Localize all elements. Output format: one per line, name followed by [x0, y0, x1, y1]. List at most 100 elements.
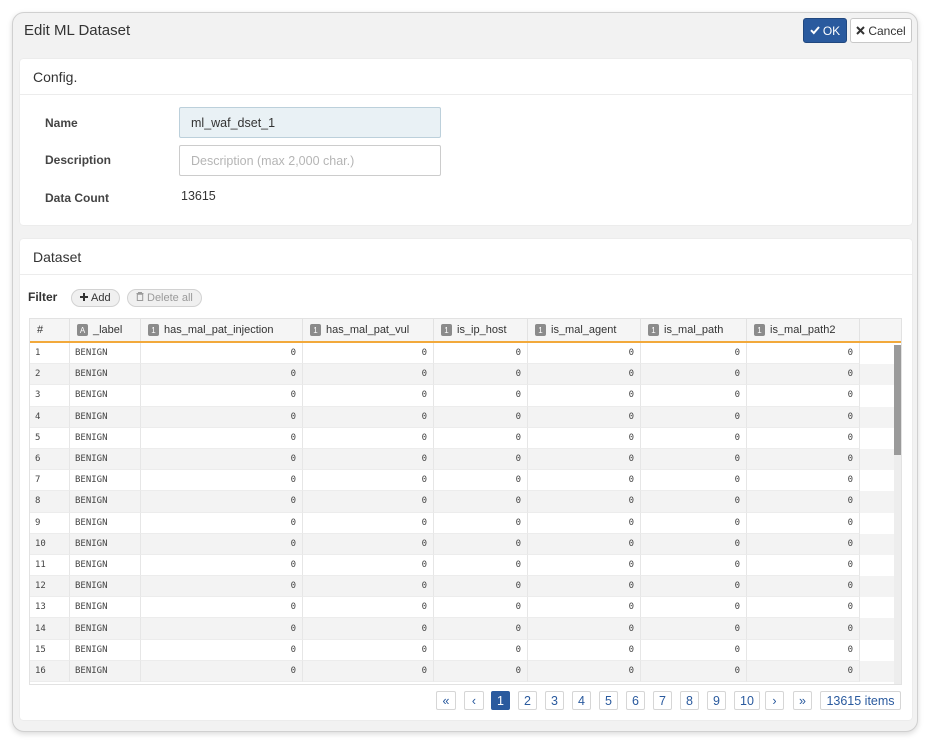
table-cell: 0	[528, 427, 641, 449]
page-10-button[interactable]: 10	[734, 691, 760, 710]
table-cell: 0	[528, 576, 641, 598]
grid-scrollbar-thumb[interactable]	[894, 345, 901, 455]
grid-body: 1 BENIGN 0 0 0 0 0 0 2 BENIGN 0 0 0 0 0 0 3 BENIGN 0 0 0 0 0 0 4…	[30, 343, 901, 682]
table-cell: 0	[303, 343, 434, 365]
dialog-title: Edit ML Dataset	[24, 22, 131, 39]
table-cell: BENIGN	[70, 618, 141, 640]
table-row[interactable]: 7 BENIGN 0 0 0 0 0 0	[30, 470, 901, 492]
grid-header: # A _label 1 has_mal_pat_injection 1 has_mal_p…	[30, 319, 901, 343]
column-header[interactable]: A _label	[70, 319, 141, 341]
delete-all-button[interactable]: Delete all	[127, 289, 202, 307]
table-row[interactable]: 8 BENIGN 0 0 0 0 0 0	[30, 491, 901, 513]
table-cell: 0	[141, 491, 303, 513]
table-row[interactable]: 3 BENIGN 0 0 0 0 0 0	[30, 385, 901, 407]
table-cell: 0	[641, 533, 747, 555]
name-input[interactable]	[179, 107, 441, 138]
page-5-button[interactable]: 5	[599, 691, 618, 710]
page-6-button[interactable]: 6	[626, 691, 645, 710]
table-cell: 0	[528, 512, 641, 534]
cancel-button[interactable]: Cancel	[850, 18, 912, 43]
table-cell: 0	[141, 512, 303, 534]
table-cell: 0	[303, 597, 434, 619]
numeric-type-icon: 1	[648, 324, 659, 336]
column-header-label: is_mal_agent	[551, 324, 617, 336]
table-row[interactable]: 5 BENIGN 0 0 0 0 0 0	[30, 427, 901, 449]
table-row[interactable]: 2 BENIGN 0 0 0 0 0 0	[30, 364, 901, 386]
numeric-type-icon: 1	[535, 324, 546, 336]
row-index-cell: 4	[30, 406, 70, 428]
column-header-label: #	[37, 324, 44, 336]
page-7-button[interactable]: 7	[653, 691, 672, 710]
add-filter-button[interactable]: Add	[71, 289, 120, 307]
table-row[interactable]: 4 BENIGN 0 0 0 0 0 0	[30, 406, 901, 428]
table-cell: 0	[303, 448, 434, 471]
page-1-button[interactable]: 1	[491, 691, 510, 710]
table-cell: 0	[434, 427, 528, 449]
row-index-cell: 2	[30, 364, 70, 386]
table-cell: 0	[434, 470, 528, 492]
table-row[interactable]: 10 BENIGN 0 0 0 0 0 0	[30, 533, 901, 555]
page-3-button[interactable]: 3	[545, 691, 564, 710]
page-4-button[interactable]: 4	[572, 691, 591, 710]
column-header[interactable]: #	[30, 319, 70, 341]
table-cell: 0	[434, 533, 528, 555]
add-label: Add	[91, 292, 111, 304]
table-cell: 0	[141, 427, 303, 449]
next-page-button[interactable]: ›	[765, 691, 784, 710]
ok-button[interactable]: OK	[803, 18, 847, 43]
table-cell: 0	[747, 491, 860, 513]
table-cell: 0	[141, 448, 303, 471]
table-cell: 0	[303, 470, 434, 492]
numeric-type-icon: 1	[148, 324, 159, 336]
column-header[interactable]: 1 has_mal_pat_vul	[303, 319, 434, 341]
table-row[interactable]: 13 BENIGN 0 0 0 0 0 0	[30, 597, 901, 619]
delete-all-label: Delete all	[147, 292, 193, 304]
row-index-cell: 10	[30, 533, 70, 555]
table-cell: 0	[641, 470, 747, 492]
table-cell: BENIGN	[70, 385, 141, 407]
page-9-button[interactable]: 9	[707, 691, 726, 710]
table-cell: 0	[141, 364, 303, 386]
column-header-label: has_mal_pat_injection	[164, 324, 274, 336]
table-row[interactable]: 6 BENIGN 0 0 0 0 0 0	[30, 448, 901, 471]
page-8-button[interactable]: 8	[680, 691, 699, 710]
text-type-icon: A	[77, 324, 88, 336]
table-row[interactable]: 15 BENIGN 0 0 0 0 0 0	[30, 639, 901, 661]
table-cell: 0	[141, 660, 303, 682]
prev-page-button[interactable]: ‹	[464, 691, 484, 710]
table-cell: 0	[303, 364, 434, 386]
column-header[interactable]: 1 is_mal_agent	[528, 319, 641, 341]
column-header-label: is_mal_path	[664, 324, 724, 336]
table-cell: 0	[528, 343, 641, 365]
ok-label: OK	[822, 23, 841, 38]
table-row[interactable]: 12 BENIGN 0 0 0 0 0 0	[30, 576, 901, 598]
table-cell: 0	[528, 554, 641, 577]
table-row[interactable]: 1 BENIGN 0 0 0 0 0 0	[30, 343, 901, 365]
row-index-cell: 7	[30, 470, 70, 492]
column-header[interactable]: 1 is_mal_path	[641, 319, 747, 341]
table-row[interactable]: 16 BENIGN 0 0 0 0 0 0	[30, 660, 901, 682]
row-index-cell: 9	[30, 512, 70, 534]
numeric-type-icon: 1	[310, 324, 321, 336]
table-cell: BENIGN	[70, 448, 141, 471]
first-page-button[interactable]: «	[436, 691, 456, 710]
table-row[interactable]: 11 BENIGN 0 0 0 0 0 0	[30, 554, 901, 577]
column-header[interactable]: 1 has_mal_pat_injection	[141, 319, 303, 341]
table-row[interactable]: 14 BENIGN 0 0 0 0 0 0	[30, 618, 901, 640]
page-2-button[interactable]: 2	[518, 691, 537, 710]
column-header[interactable]: 1 is_ip_host	[434, 319, 528, 341]
column-header[interactable]: 1 is_mal_path2	[747, 319, 860, 341]
last-page-button[interactable]: »	[793, 691, 812, 710]
table-cell: 0	[141, 470, 303, 492]
table-cell: 0	[747, 639, 860, 661]
table-cell: 0	[641, 639, 747, 661]
table-cell: 0	[434, 597, 528, 619]
table-cell: BENIGN	[70, 597, 141, 619]
row-index-cell: 3	[30, 385, 70, 407]
table-cell: 0	[747, 343, 860, 365]
column-header-label: is_ip_host	[457, 324, 507, 336]
table-cell: 0	[641, 427, 747, 449]
description-input[interactable]	[179, 145, 441, 176]
table-row[interactable]: 9 BENIGN 0 0 0 0 0 0	[30, 512, 901, 534]
table-cell: BENIGN	[70, 512, 141, 534]
